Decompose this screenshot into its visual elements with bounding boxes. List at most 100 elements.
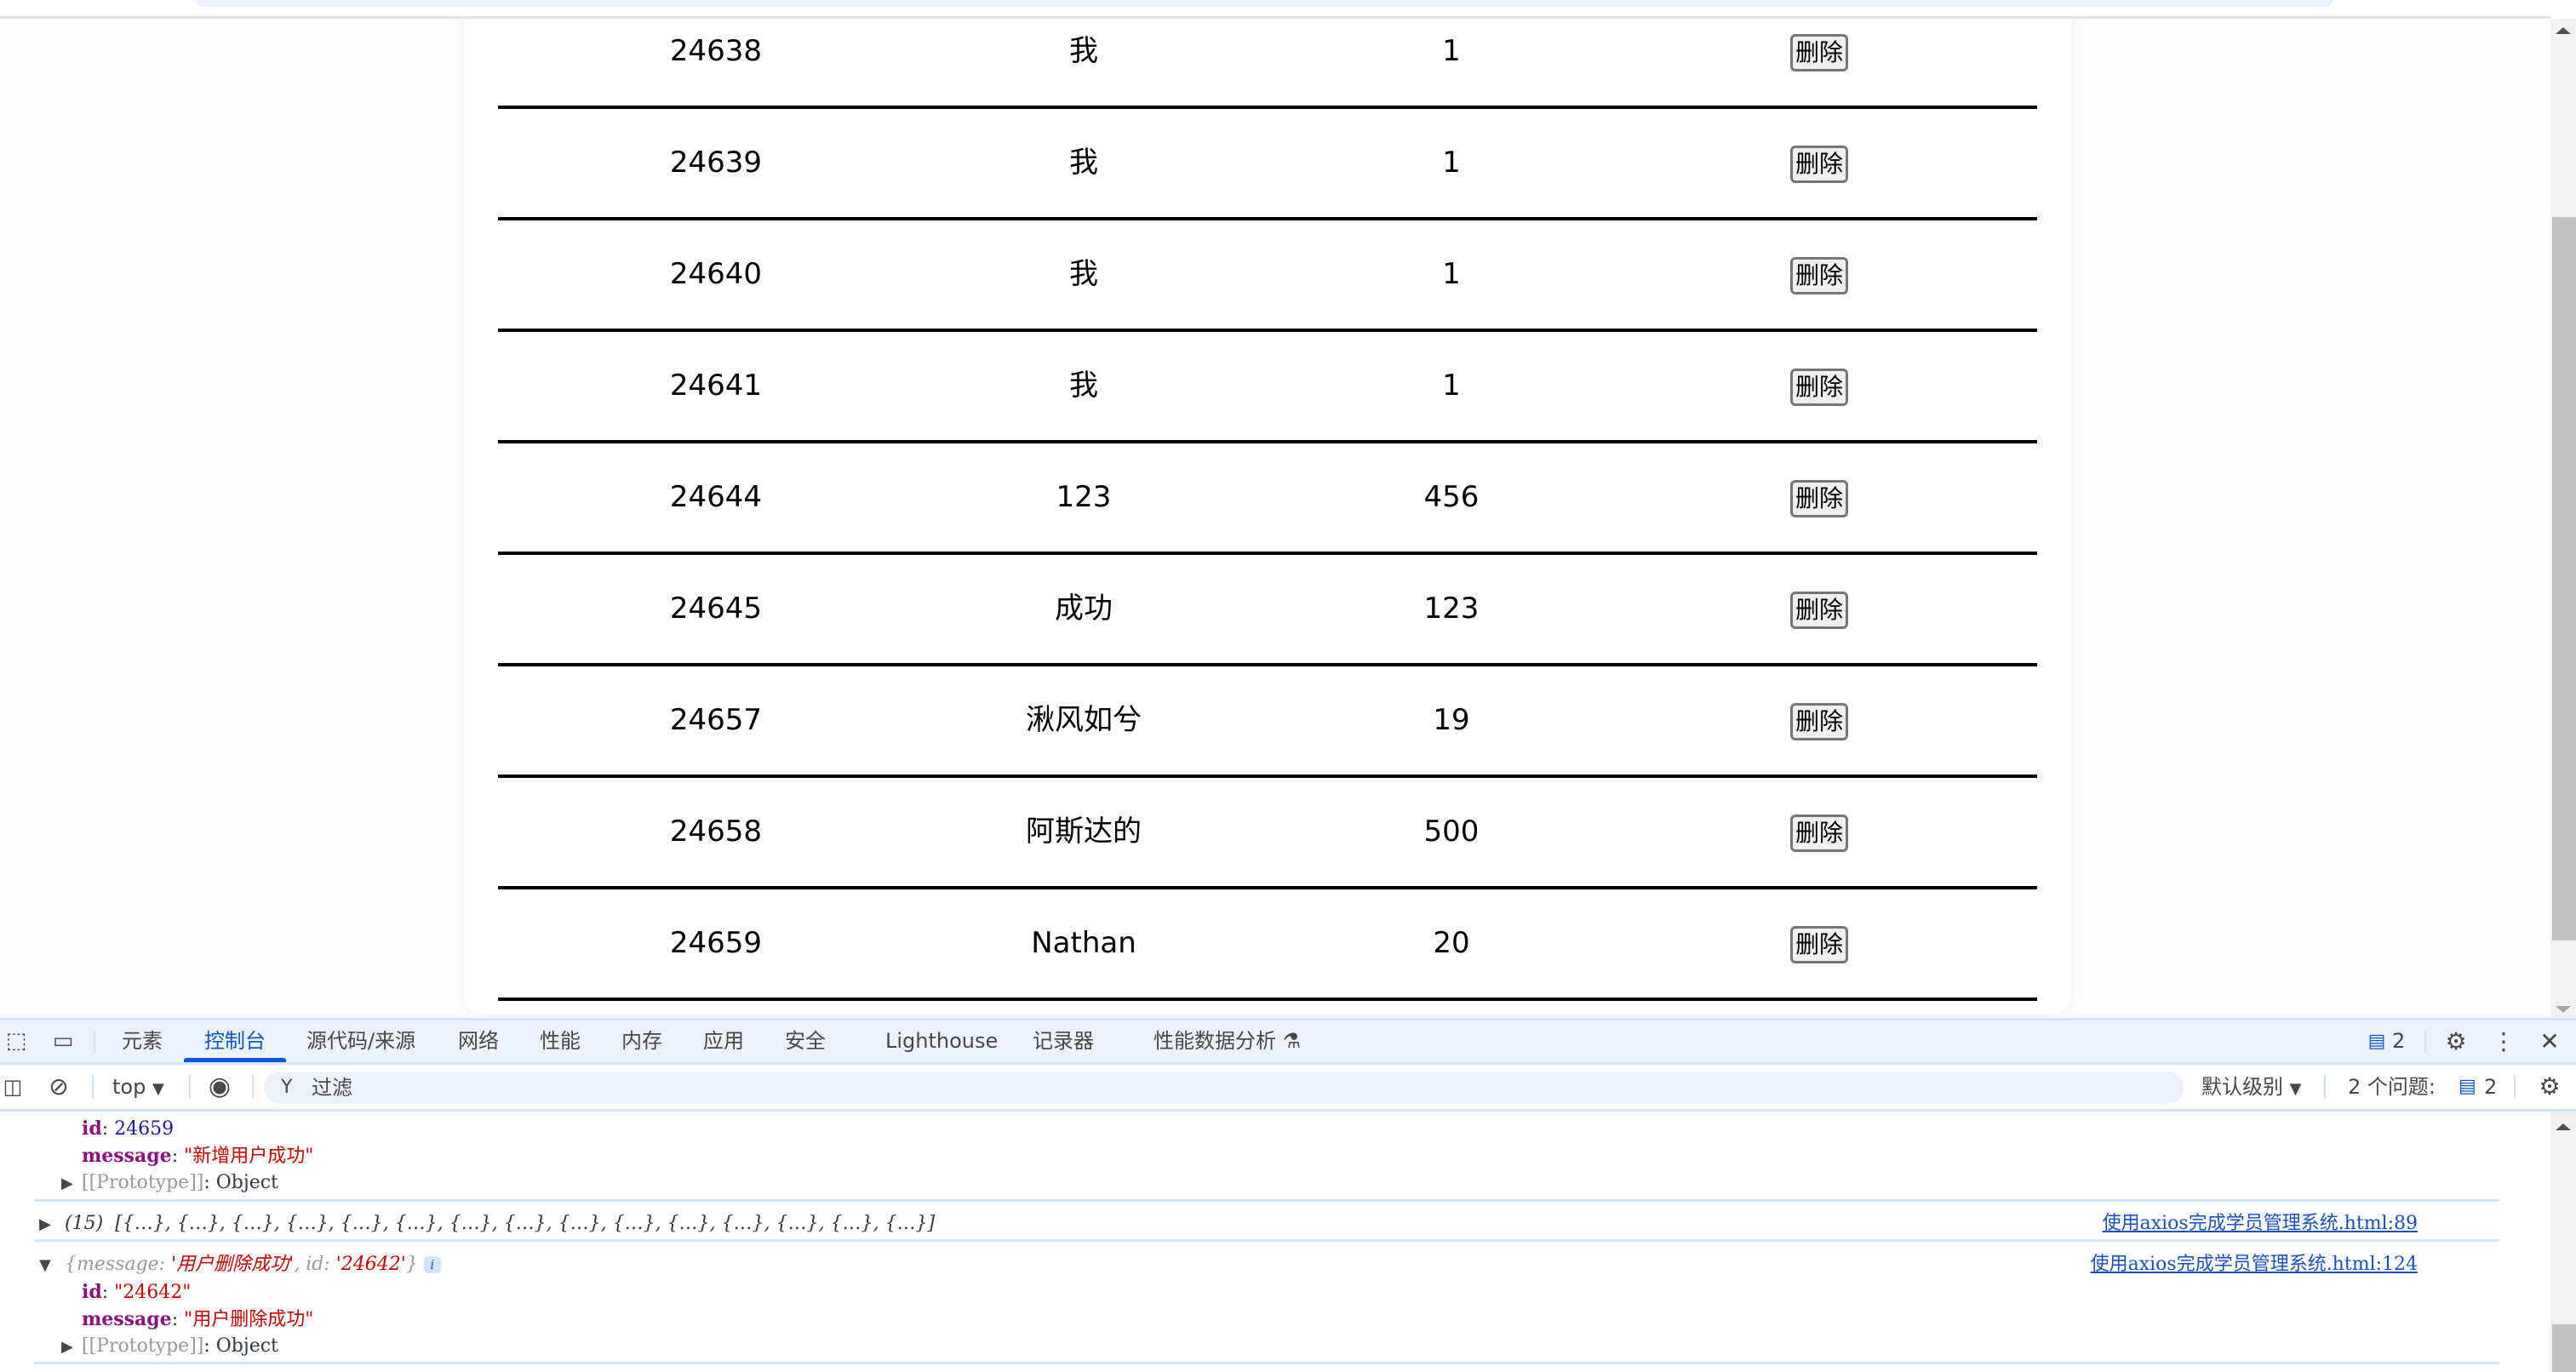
student-table-card: 24638 我 1 删除 24639 我 1 删除 24640 我 1 删除 24641 我 1 删除 2464… <box>464 19 2071 1015</box>
expand-triangle-icon[interactable]: ▶ <box>61 1338 73 1356</box>
cell-action: 删除 <box>1601 443 2037 552</box>
table-row: 24641 我 1 删除 <box>498 332 2037 443</box>
filter-input[interactable]: Y 过滤 <box>264 1072 2184 1104</box>
source-link[interactable]: 使用axios完成学员管理系统.html:124 <box>2091 1251 2418 1278</box>
inspect-element-icon[interactable]: ⬚ <box>2 1020 31 1062</box>
tab-performance-insights-label: 性能数据分析 <box>1153 1029 1276 1053</box>
table-row: 24639 我 1 删除 <box>498 109 2037 220</box>
separator <box>252 1075 254 1099</box>
delete-button[interactable]: 删除 <box>1789 256 1848 294</box>
tab-application[interactable]: 应用 <box>703 1020 744 1062</box>
scroll-down-arrow-icon[interactable] <box>2556 1006 2571 1013</box>
log-level-label: 默认级别 <box>2201 1075 2283 1099</box>
console-divider <box>34 1362 2499 1364</box>
issues-count[interactable]: 2 <box>2484 1065 2497 1109</box>
table-row: 24657 湫风如兮 19 删除 <box>498 666 2037 778</box>
separator <box>189 1075 191 1099</box>
log-level-selector[interactable]: 默认级别 ▼ <box>2201 1065 2301 1112</box>
tab-performance-insights[interactable]: 性能数据分析 ⚗ <box>1153 1020 1301 1062</box>
device-toolbar-icon[interactable]: ▭ <box>46 1020 80 1062</box>
devtools-tab-bar: ⬚ ▭ 元素 控制台 源代码/来源 网络 性能 内存 应用 安全 Lightho… <box>0 1020 2576 1065</box>
delete-button[interactable]: 删除 <box>1789 925 1848 963</box>
dropdown-arrow-icon: ▼ <box>152 1080 164 1098</box>
table-row: 24659 Nathan 20 删除 <box>498 889 2037 1001</box>
scroll-up-arrow-icon[interactable] <box>2556 27 2571 34</box>
console-property-id: id: "24642" <box>82 1281 192 1303</box>
filter-funnel-icon: Y <box>281 1077 293 1098</box>
cell-action: 删除 <box>1601 220 2037 329</box>
tab-recorder[interactable]: 记录器 <box>1033 1020 1094 1062</box>
devtools-panel: ⬚ ▭ 元素 控制台 源代码/来源 网络 性能 内存 应用 安全 Lightho… <box>0 1018 2576 1372</box>
table-row: 24638 我 1 删除 <box>498 19 2037 109</box>
cell-action: 删除 <box>1601 109 2037 217</box>
console-settings-gear-icon[interactable]: ⚙ <box>2533 1065 2567 1109</box>
table-row: 24658 阿斯达的 500 删除 <box>498 778 2037 889</box>
tab-lighthouse[interactable]: Lighthouse <box>885 1020 998 1062</box>
info-icon[interactable]: i <box>423 1256 441 1273</box>
delete-button[interactable]: 删除 <box>1789 702 1848 740</box>
settings-gear-icon[interactable]: ⚙ <box>2441 1020 2470 1062</box>
cell-action: 删除 <box>1601 332 2037 440</box>
more-options-icon[interactable]: ⋮ <box>2491 1020 2516 1062</box>
tab-elements[interactable]: 元素 <box>122 1020 163 1062</box>
issues-message-icon[interactable]: ▤ <box>2367 1020 2387 1062</box>
dropdown-arrow-icon: ▼ <box>2289 1080 2302 1098</box>
tab-network[interactable]: 网络 <box>458 1020 499 1062</box>
separator <box>2424 1031 2426 1053</box>
live-expression-eye-icon[interactable]: ◉ <box>203 1065 237 1109</box>
cell-action: 删除 <box>1601 555 2037 663</box>
console-array-log[interactable]: (15) [{…}, {…}, {…}, {…}, {…}, {…}, {…},… <box>65 1210 935 1238</box>
table-row: 24640 我 1 删除 <box>498 220 2037 332</box>
console-output: id: 24659 message: "新增用户成功" ▶ [[Prototyp… <box>0 1112 2503 1372</box>
issues-label[interactable]: 2 个问题: <box>2348 1065 2436 1109</box>
delete-button[interactable]: 删除 <box>1789 479 1848 517</box>
page-scrollbar[interactable] <box>2550 19 2576 1020</box>
tab-memory[interactable]: 内存 <box>621 1020 662 1062</box>
issues-message-icon[interactable]: ▤ <box>2459 1065 2476 1109</box>
close-devtools-icon[interactable]: ✕ <box>2535 1020 2564 1062</box>
console-property-id: id: 24659 <box>82 1118 175 1140</box>
clear-console-icon[interactable]: ⊘ <box>44 1065 73 1109</box>
cell-action: 删除 <box>1601 666 2037 775</box>
delete-button[interactable]: 删除 <box>1789 591 1848 629</box>
console-scrollbar[interactable] <box>2550 1112 2576 1372</box>
separator <box>92 1075 94 1099</box>
tab-security[interactable]: 安全 <box>785 1020 826 1062</box>
table-row: 24645 成功 123 删除 <box>498 555 2037 666</box>
delete-button[interactable]: 删除 <box>1789 33 1848 71</box>
console-toolbar: ◫ ⊘ top ▼ ◉ Y 过滤 默认级别 ▼ 2 个问题: ▤ 2 ⚙ <box>0 1065 2576 1112</box>
cell-action: 删除 <box>1601 19 2037 106</box>
console-property-prototype[interactable]: [[Prototype]]: Object <box>82 1169 278 1197</box>
collapse-triangle-icon[interactable]: ▼ <box>39 1256 51 1274</box>
console-object-summary[interactable]: {message: '用户删除成功', id: '24642'} i <box>65 1251 441 1278</box>
flask-icon: ⚗ <box>1282 1029 1302 1053</box>
sidebar-toggle-icon[interactable]: ◫ <box>0 1065 26 1109</box>
address-bar[interactable] <box>196 0 2333 7</box>
filter-placeholder: 过滤 <box>312 1076 352 1100</box>
delete-button[interactable]: 删除 <box>1789 145 1848 183</box>
separator <box>94 1031 95 1053</box>
scroll-up-arrow-icon[interactable] <box>2556 1123 2571 1130</box>
console-divider <box>34 1199 2499 1202</box>
cell-action: 删除 <box>1601 889 2037 998</box>
context-label: top <box>112 1075 146 1099</box>
cell-action: 删除 <box>1601 778 2037 886</box>
expand-triangle-icon[interactable]: ▶ <box>61 1175 73 1192</box>
separator <box>2514 1075 2516 1099</box>
console-divider <box>34 1239 2499 1242</box>
delete-button[interactable]: 删除 <box>1789 814 1848 852</box>
console-property-prototype[interactable]: [[Prototype]]: Object <box>82 1333 278 1360</box>
tab-performance[interactable]: 性能 <box>540 1020 581 1062</box>
expand-triangle-icon[interactable]: ▶ <box>39 1215 51 1233</box>
source-link[interactable]: 使用axios完成学员管理系统.html:89 <box>2103 1210 2418 1238</box>
context-selector[interactable]: top ▼ <box>112 1065 164 1112</box>
tab-console[interactable]: 控制台 <box>184 1020 286 1062</box>
page-viewport: 24638 我 1 删除 24639 我 1 删除 24640 我 1 删除 24641 我 1 删除 2464… <box>0 19 2550 1020</box>
scroll-thumb[interactable] <box>2552 1324 2576 1372</box>
delete-button[interactable]: 删除 <box>1789 368 1848 406</box>
console-property-message: message: "用户删除成功" <box>82 1308 314 1330</box>
scroll-thumb[interactable] <box>2552 217 2576 940</box>
issues-badge-count[interactable]: 2 <box>2392 1020 2405 1062</box>
tab-sources[interactable]: 源代码/来源 <box>306 1020 415 1062</box>
console-property-message: message: "新增用户成功" <box>82 1145 314 1167</box>
